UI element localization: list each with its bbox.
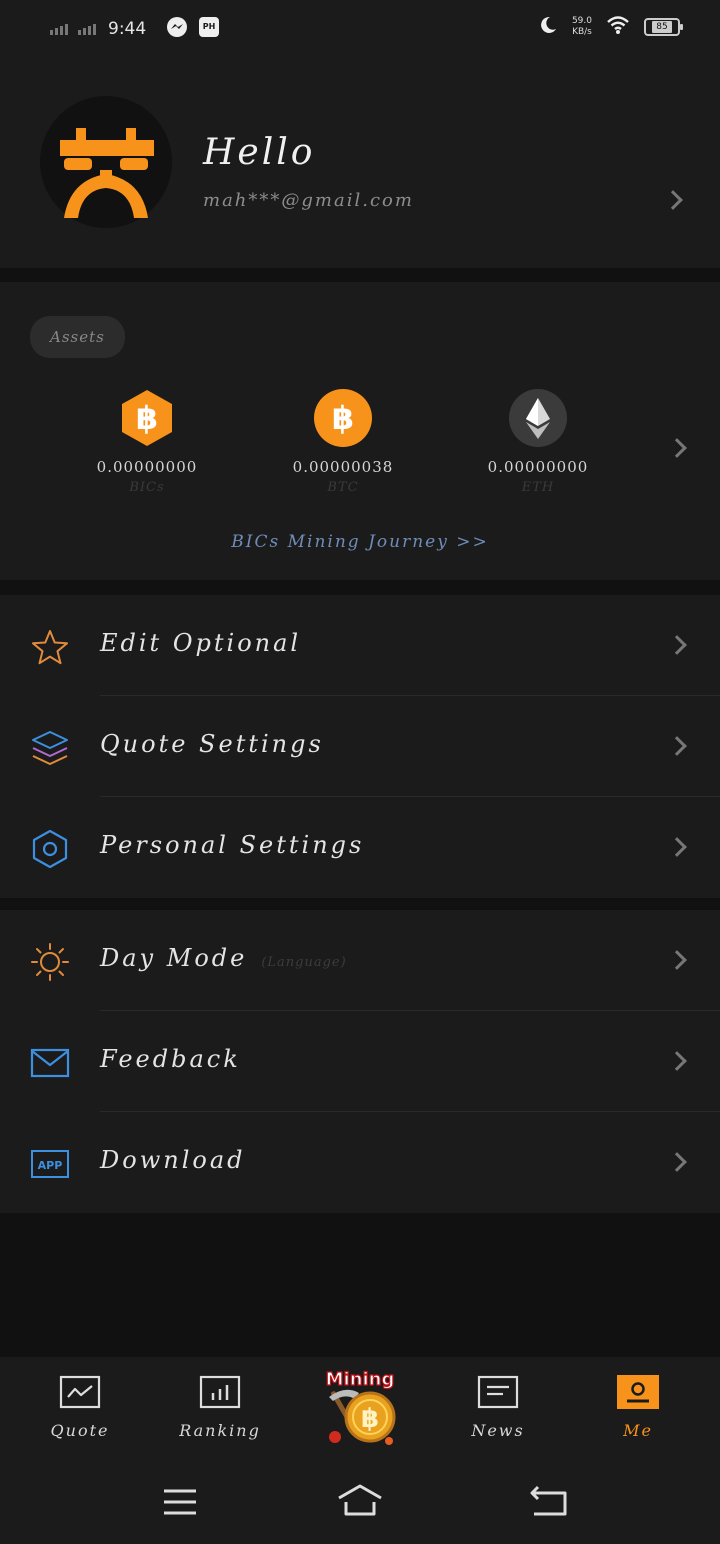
ethereum-icon: [509, 389, 567, 447]
asset-bics[interactable]: ฿ 0.00000000 BICs: [82, 388, 212, 495]
tab-label: Me: [623, 1421, 653, 1440]
tab-label: Ranking: [179, 1421, 261, 1440]
chevron-right-icon: [667, 736, 687, 756]
battery-icon: 85: [644, 18, 683, 36]
asset-eth[interactable]: 0.00000000 ETH: [473, 388, 603, 495]
bar-chart-icon: [199, 1375, 241, 1409]
bics-hexagon-icon: ฿: [122, 390, 172, 446]
menu-item-feedback[interactable]: Feedback: [0, 1011, 720, 1112]
bitcoin-icon: ฿: [314, 389, 372, 447]
menu-item-label: Personal Settings: [100, 831, 365, 859]
asset-name: BTC: [327, 480, 359, 495]
chevron-right-icon: [667, 1051, 687, 1071]
avatar[interactable]: [40, 96, 172, 228]
profile-icon: [617, 1375, 659, 1409]
menu-item-label: Edit Optional: [100, 629, 302, 657]
tab-ranking[interactable]: Ranking: [160, 1375, 280, 1440]
chevron-right-icon[interactable]: [667, 438, 687, 458]
speed-value: 59.0: [571, 16, 592, 26]
day-mode-label: Day Mode: [100, 944, 248, 972]
asset-name: BICs: [129, 480, 165, 495]
menu-item-label: Day Mode (Language): [100, 944, 347, 972]
menu-item-label: Feedback: [100, 1045, 241, 1073]
wifi-icon: [606, 15, 630, 39]
moon-icon: [538, 15, 558, 39]
menu-item-label: Download: [100, 1146, 246, 1174]
menu-item-label: Quote Settings: [100, 730, 324, 758]
tab-label: News: [471, 1421, 525, 1440]
menu-item-day-mode[interactable]: Day Mode (Language): [0, 910, 720, 1011]
app-icon-text: APP: [38, 1159, 63, 1172]
layers-icon: [30, 728, 70, 768]
asset-value: 0.00000000: [487, 458, 589, 476]
asset-name: ETH: [521, 480, 555, 495]
system-navigation-bar: [0, 1457, 720, 1544]
chevron-right-icon: [667, 950, 687, 970]
chevron-right-icon: [667, 837, 687, 857]
tab-me[interactable]: Me: [578, 1375, 698, 1440]
battery-level: 85: [652, 21, 672, 33]
chart-icon: [59, 1375, 101, 1409]
svg-text:฿: ฿: [332, 399, 354, 437]
ph-app-icon: PH: [198, 16, 220, 42]
svg-text:฿: ฿: [361, 1404, 379, 1434]
menu-item-download[interactable]: APP Download: [0, 1112, 720, 1213]
menu-item-quote-settings[interactable]: Quote Settings: [0, 696, 720, 797]
mining-bitcoin-icon: ฿ Mining: [325, 1368, 396, 1445]
messenger-icon: [166, 16, 188, 42]
mining-journey-link[interactable]: BICs Mining Journey >>: [0, 532, 720, 552]
menu-group-preferences: Day Mode (Language) Feedback APP Download: [0, 910, 720, 1213]
hexagon-settings-icon: [30, 829, 70, 869]
menu-item-personal-settings[interactable]: Personal Settings: [0, 797, 720, 898]
home-icon[interactable]: [336, 1483, 384, 1521]
menu-group-settings: Edit Optional Quote Settings Personal Se…: [0, 595, 720, 898]
ph-app-badge: PH: [203, 22, 216, 31]
signal-2-icon: [78, 23, 96, 35]
asset-value: 0.00000038: [292, 458, 394, 476]
news-icon: [477, 1375, 519, 1409]
back-icon[interactable]: [530, 1485, 570, 1521]
asset-btc[interactable]: ฿ 0.00000038 BTC: [278, 388, 408, 495]
chevron-right-icon: [667, 1152, 687, 1172]
asset-value: 0.00000000: [96, 458, 198, 476]
svg-text:฿: ฿: [136, 399, 158, 437]
speed-unit: KB/s: [572, 27, 592, 37]
bics-logo-icon: [60, 128, 154, 218]
clock: 9:44: [108, 19, 147, 39]
tab-label: Quote: [50, 1421, 110, 1440]
bottom-tab-bar: Quote Ranking ฿ Mining News Me: [0, 1357, 720, 1457]
language-sublabel: (Language): [261, 955, 347, 970]
chevron-right-icon: [667, 635, 687, 655]
greeting: Hello: [203, 132, 316, 173]
menu-icon[interactable]: [162, 1487, 198, 1521]
menu-item-edit-optional[interactable]: Edit Optional: [0, 595, 720, 696]
network-speed: 59.0 KB/s: [572, 16, 592, 38]
star-icon: [30, 627, 70, 667]
sun-icon: [30, 942, 70, 982]
mining-tab-label: Mining: [326, 1369, 395, 1390]
tab-news[interactable]: News: [438, 1375, 558, 1440]
user-email: mah***@gmail.com: [203, 190, 414, 211]
tab-quote[interactable]: Quote: [20, 1375, 140, 1440]
mail-icon: [30, 1043, 70, 1083]
signal-1-icon: [50, 23, 68, 35]
tab-mining[interactable]: ฿ Mining: [300, 1367, 420, 1449]
assets-panel: Assets ฿ 0.00000000 BICs ฿ 0.00000038 BT…: [0, 282, 720, 580]
status-bar: 9:44 PH 59.0 KB/s 85: [0, 0, 720, 60]
assets-badge: Assets: [30, 316, 125, 358]
app-icon: APP: [30, 1144, 70, 1184]
chevron-right-icon: [663, 190, 683, 210]
profile-header[interactable]: Hello mah***@gmail.com: [0, 60, 720, 268]
